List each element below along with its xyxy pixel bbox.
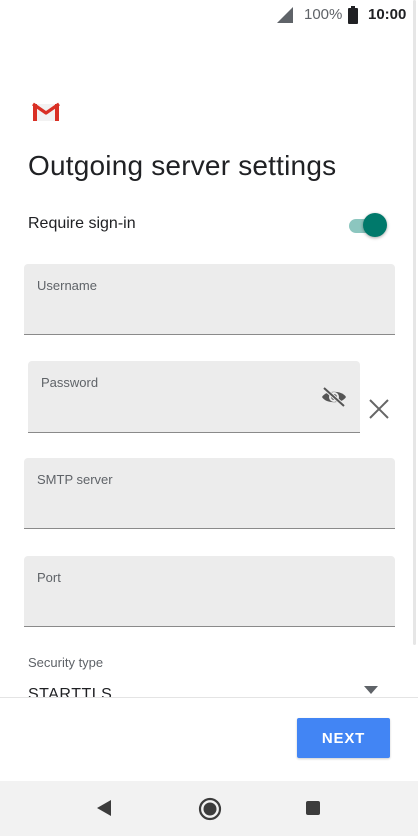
home-icon[interactable] xyxy=(198,797,222,821)
status-bar: 100% 10:00 xyxy=(0,0,418,30)
security-type-select[interactable]: STARTTLS xyxy=(0,680,418,697)
require-signin-toggle[interactable] xyxy=(348,212,388,238)
battery-icon xyxy=(348,6,358,24)
next-button[interactable]: NEXT xyxy=(297,718,390,758)
username-field[interactable]: Username xyxy=(24,264,395,335)
port-label: Port xyxy=(37,570,61,585)
navigation-bar xyxy=(0,781,418,836)
recents-icon[interactable] xyxy=(305,800,321,816)
battery-percent: 100% xyxy=(304,6,343,23)
gmail-logo-icon xyxy=(32,102,60,121)
require-signin-row: Require sign-in xyxy=(28,210,390,240)
username-label: Username xyxy=(37,278,97,293)
require-signin-label: Require sign-in xyxy=(28,215,136,232)
close-icon[interactable] xyxy=(366,396,392,422)
password-label: Password xyxy=(41,375,99,390)
smtp-server-field[interactable]: SMTP server xyxy=(24,458,395,529)
page-title: Outgoing server settings xyxy=(28,150,337,181)
cell-signal-icon xyxy=(277,7,293,23)
dropdown-arrow-icon[interactable] xyxy=(364,686,378,694)
clock: 10:00 xyxy=(368,6,407,23)
action-bar: NEXT xyxy=(0,697,418,781)
scrollbar[interactable] xyxy=(413,0,416,645)
toggle-thumb xyxy=(363,213,387,237)
security-type-value: STARTTLS xyxy=(28,686,113,697)
security-type-label: Security type xyxy=(28,655,104,670)
smtp-server-label: SMTP server xyxy=(37,472,113,487)
back-icon[interactable] xyxy=(94,798,114,818)
password-field[interactable]: Password xyxy=(28,361,360,433)
visibility-off-icon[interactable] xyxy=(320,385,348,409)
port-field[interactable]: Port xyxy=(24,556,395,627)
